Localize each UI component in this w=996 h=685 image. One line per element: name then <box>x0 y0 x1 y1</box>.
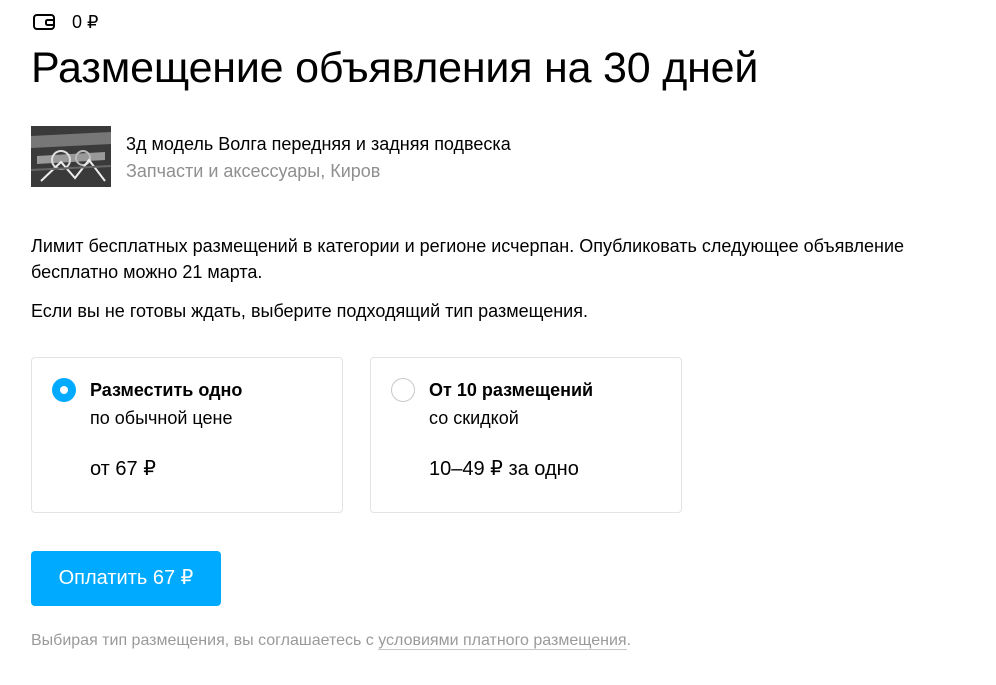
terms-text: Выбирая тип размещения, вы соглашаетесь … <box>31 632 379 649</box>
option-price: 10–49 ₽ за одно <box>429 458 579 480</box>
terms-footer: Выбирая тип размещения, вы соглашаетесь … <box>31 629 631 653</box>
choose-type-hint: Если вы не готовы ждать, выберите подход… <box>31 301 588 321</box>
radio-unselected-icon[interactable] <box>391 378 415 402</box>
item-title: 3д модель Волга передняя и задняя подвес… <box>126 134 511 154</box>
page: 0 ₽ Размещение объявления на 30 дней 3д … <box>0 0 996 685</box>
ad-item: 3д модель Волга передняя и задняя подвес… <box>31 126 511 187</box>
page-title: Размещение объявления на 30 дней <box>31 44 759 92</box>
option-subtitle: по обычной цене <box>90 408 233 428</box>
option-title: Разместить одно <box>90 380 243 400</box>
item-text: 3д модель Волга передняя и задняя подвес… <box>126 126 511 187</box>
option-single-placement[interactable]: Разместить одно по обычной цене от 67 ₽ <box>31 357 343 513</box>
terms-period: . <box>626 632 632 649</box>
wallet-icon <box>33 14 55 30</box>
option-subtitle: со скидкой <box>429 408 519 428</box>
option-bulk-placement[interactable]: От 10 размещений со скидкой 10–49 ₽ за о… <box>370 357 682 513</box>
free-limit-notice: Лимит бесплатных размещений в категории … <box>31 236 905 282</box>
wallet-balance-link[interactable]: 0 ₽ <box>33 11 98 33</box>
item-thumbnail <box>31 126 111 187</box>
option-price: от 67 ₽ <box>90 458 156 480</box>
wallet-balance-amount: 0 ₽ <box>72 12 99 32</box>
pay-button[interactable]: Оплатить 67 ₽ <box>31 551 221 606</box>
option-title: От 10 размещений <box>429 380 594 400</box>
radio-selected-icon[interactable] <box>52 378 76 402</box>
item-category-location: Запчасти и аксессуары, Киров <box>126 161 381 181</box>
terms-link[interactable]: условиями платного размещения <box>378 632 627 650</box>
